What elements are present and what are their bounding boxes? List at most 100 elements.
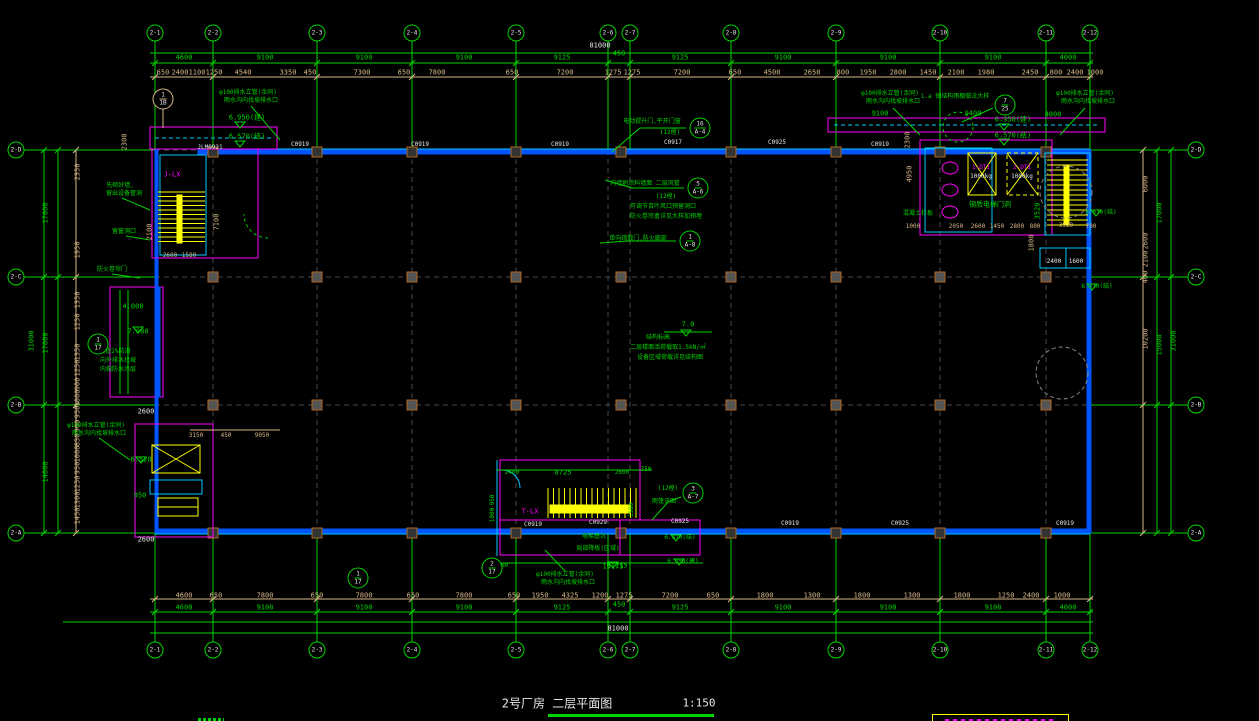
dim-label: C0925 <box>891 521 909 527</box>
dim-label: 6.570(结) <box>995 133 1032 140</box>
dim-label: 向外排水找坡 <box>100 358 136 364</box>
dim-label: 950 <box>75 462 82 475</box>
dim-label: 电动提升门,平开门窗 <box>623 119 681 125</box>
dim-label: 15000 <box>1157 334 1164 355</box>
dim-label: 2600 <box>971 224 985 230</box>
dim-label: 1000 <box>75 446 82 463</box>
dim-label: 9125 <box>672 55 689 62</box>
grid-bubble: 2-3 <box>309 642 326 659</box>
dim-label: 雨水沟内找坡排水口 <box>224 98 278 104</box>
dim-label: 4540 <box>235 70 252 77</box>
dim-label: 1300 <box>75 492 82 509</box>
dim-label: 雨水沟内找坡排水口 <box>1061 99 1115 105</box>
dim-label: 4600 <box>176 605 193 612</box>
dim-label: 1250 <box>998 593 1015 600</box>
dim-label: 1000 <box>75 390 82 407</box>
dim-label: 1300 <box>804 593 821 600</box>
grid-bubble: 2-B <box>8 397 25 414</box>
grid-bubble: 2-9 <box>828 642 845 659</box>
dim-label: 450 <box>304 70 317 77</box>
dim-label: 9100 <box>985 55 1002 62</box>
dim-label: 9100 <box>985 605 1002 612</box>
dim-label: 650 <box>407 593 420 600</box>
dim-label: 900 <box>75 378 82 391</box>
dim-label: 1100 <box>189 70 206 77</box>
dim-label: 6.950(建) <box>229 115 266 122</box>
dim-label: 3920 <box>1059 223 1073 229</box>
dim-label: 6.570(结) <box>229 134 266 141</box>
dim-label: 1350 <box>75 344 82 361</box>
dim-label: 1450 <box>990 224 1004 230</box>
dim-label: 7300 <box>354 70 371 77</box>
grid-bubble: 2-5 <box>508 642 525 659</box>
dim-label: 9400 <box>965 111 982 118</box>
dim-label: 1000 <box>490 508 496 522</box>
dim-label: 650 <box>210 593 223 600</box>
dim-label: 2100 <box>1143 251 1150 268</box>
dim-label: 4950 <box>907 166 914 183</box>
dim-label: 二层楼面活荷载取1.5kN/㎡ <box>630 345 706 351</box>
dim-label: 2600 <box>1143 233 1150 250</box>
dim-label: 1980 <box>978 70 995 77</box>
grid-bubble: 2-2 <box>205 25 222 42</box>
dim-label: 7200 <box>557 70 574 77</box>
dim-label: 7800 <box>456 593 473 600</box>
dim-label: 17000 <box>43 332 50 353</box>
dim-label: 1000kg <box>970 174 992 180</box>
dim-label: (12樘) <box>660 130 680 136</box>
dim-label: 2600 <box>615 470 629 476</box>
dim-label: 6.570(结) <box>1085 210 1116 216</box>
dim-label: 1275 <box>605 70 622 77</box>
dim-label: 650 <box>311 593 324 600</box>
grid-bubble: 2-1 <box>147 25 164 42</box>
dim-label: 1950 <box>75 242 82 259</box>
dim-label: 2400 <box>1067 70 1084 77</box>
dim-label: 31000 <box>1171 330 1178 351</box>
dim-label: 雨水沟内找坡排水口 <box>541 580 595 586</box>
dim-label: 4000 <box>1060 55 1077 62</box>
dim-label: 7100 <box>214 214 221 231</box>
grid-bubble: 2-D <box>8 142 25 159</box>
dim-label: 1450 <box>920 70 937 77</box>
dim-label: 留出设备管洞 <box>106 191 142 197</box>
grid-bubble: 2-D <box>1188 142 1205 159</box>
dim-label: 700 <box>1086 224 1097 230</box>
dim-label: 2600 <box>138 537 155 544</box>
dim-label: 4000 <box>1045 112 1062 119</box>
dim-label: 1000 <box>906 224 920 230</box>
dim-label: C0925 <box>671 519 689 525</box>
dim-label: 7200 <box>662 593 679 600</box>
dim-label: 1250 <box>75 476 82 493</box>
dim-label: 8725 <box>555 470 572 477</box>
detail-ref-circle: 3A-7 <box>683 483 704 504</box>
dim-label: 2800 <box>1010 224 1024 230</box>
grid-bubble: 2-4 <box>404 642 421 659</box>
cad-canvas[interactable]: 8100046009100910091009125450912591009100… <box>0 0 1259 721</box>
dim-label: 1250 <box>75 314 82 331</box>
dim-label: 雨水沟内找坡排水口 <box>866 99 920 105</box>
dim-label: 950 <box>134 493 147 500</box>
dim-label: 9100 <box>257 55 274 62</box>
dim-label: 1350 <box>75 292 82 309</box>
dim-label: 450 <box>613 602 626 609</box>
dim-label: 9100 <box>456 605 473 612</box>
dim-label: 1300 <box>904 593 921 600</box>
dim-label: 2800 <box>890 70 907 77</box>
dim-label: 9125 <box>554 55 571 62</box>
dim-label: 6.370(结) <box>1081 284 1112 290</box>
grid-bubble: 2-3 <box>309 25 326 42</box>
dim-label: 1580 <box>182 253 196 259</box>
grid-bubble: 2-C <box>8 269 25 286</box>
dim-label: 2400 <box>505 470 519 476</box>
dim-label: 17000 <box>1157 202 1164 223</box>
grid-bubble: 2-1 <box>147 642 164 659</box>
grid-bubble: 2-7 <box>622 642 639 659</box>
grid-bubble: 2-2 <box>205 642 222 659</box>
dim-label: 2300 <box>905 132 912 149</box>
grid-bubble: 2-9 <box>828 25 845 42</box>
dim-label: 81000 <box>589 43 610 50</box>
dim-label: 1.a 钢结构雨棚做法大样 <box>921 94 989 100</box>
detail-ref-circle: 1A-8 <box>680 231 701 252</box>
dim-label: C0919 <box>871 142 889 148</box>
dim-label: 6.950(建) <box>667 559 698 565</box>
